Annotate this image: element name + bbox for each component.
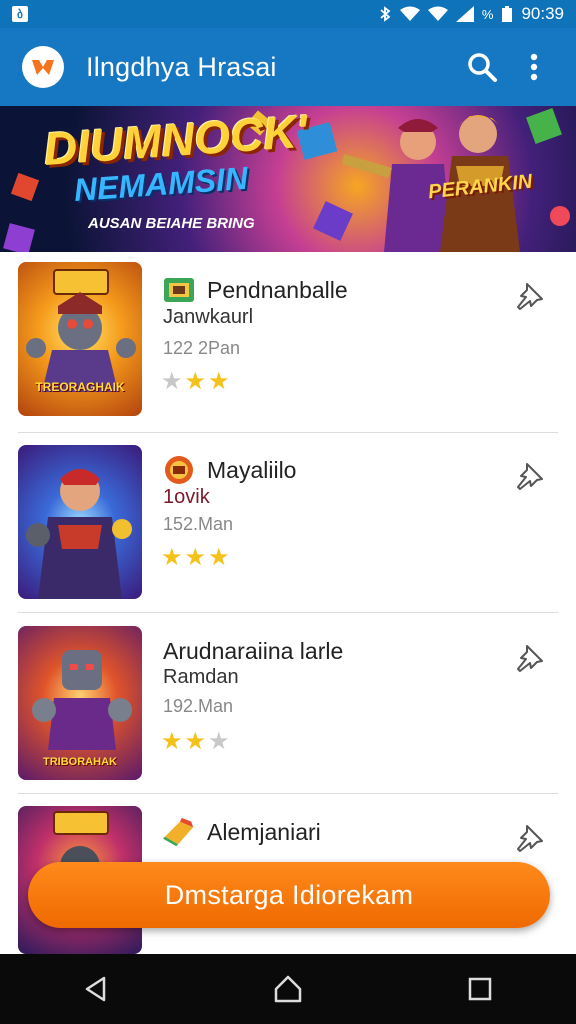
star-icon: ★ [208, 544, 230, 571]
thumbnail-caption: TREORAGHAIK [35, 380, 125, 394]
game-title: Pendnanballe [207, 276, 348, 303]
search-icon[interactable] [462, 47, 502, 87]
battery-icon [502, 6, 513, 22]
star-icon: ★ [208, 368, 230, 395]
list-item[interactable]: TRIBORAHAK Arudnaraiina larle Ramdan 192… [0, 612, 576, 794]
banner-tagline: AUSAN BEIAHE BRING [88, 215, 255, 232]
status-bar: ბ % 90:39 [0, 0, 576, 28]
system-nav-bar [0, 954, 576, 1024]
game-thumbnail: TRIBORAHAK [18, 626, 142, 780]
wifi-icon-2 [427, 6, 448, 21]
rating-stars: ★ ★ ★ [161, 546, 230, 570]
game-subtitle: 1ovik [163, 486, 210, 508]
star-icon: ★ [208, 728, 230, 755]
list-item[interactable]: TREORAGHAIK Pendnanballe Janwkaurl 122 2… [0, 252, 576, 433]
notification-app-icon: ბ [12, 6, 28, 22]
signal-icon [455, 6, 474, 22]
thumbnail-caption: TRIBORAHAK [43, 756, 117, 768]
star-icon: ★ [184, 368, 207, 395]
battery-percent-label: % [481, 6, 494, 22]
star-icon: ★ [161, 368, 183, 395]
bluetooth-icon [380, 6, 391, 22]
app-bar: Ilngdhya Hrasai [0, 28, 576, 106]
pin-icon[interactable] [510, 638, 550, 678]
star-icon: ★ [184, 728, 207, 755]
primary-action-button[interactable]: Dmstarga Idiorekam [28, 862, 550, 928]
game-meta: 152.Man [163, 514, 234, 534]
home-icon[interactable] [258, 959, 318, 1019]
game-title: Arudnaraiina larle [163, 638, 344, 664]
game-meta: 192.Man [163, 696, 234, 716]
pin-icon[interactable] [510, 818, 550, 858]
app-title: Ilngdhya Hrasai [86, 51, 277, 82]
game-title: Alemjaniari [207, 818, 321, 845]
recents-icon[interactable] [450, 959, 510, 1019]
more-vert-icon[interactable] [514, 47, 554, 87]
app-logo-icon[interactable] [22, 46, 64, 88]
game-subtitle: Janwkaurl [163, 306, 254, 328]
status-time: 90:39 [521, 4, 564, 23]
star-icon: ★ [161, 728, 183, 755]
game-badge-icon [163, 276, 195, 304]
list-item[interactable]: Mayaliilo 1ovik 152.Man ★ ★ ★ [0, 432, 576, 613]
pin-icon[interactable] [510, 276, 550, 316]
star-icon: ★ [161, 544, 183, 571]
back-icon[interactable] [66, 959, 126, 1019]
game-subtitle: Ramdan [163, 666, 239, 688]
game-badge-icon [163, 456, 195, 484]
rating-stars: ★ ★ ★ [161, 370, 230, 394]
game-meta: 122 2Pan [163, 338, 241, 358]
pin-icon[interactable] [510, 456, 550, 496]
star-icon: ★ [184, 544, 207, 571]
wifi-icon [399, 6, 420, 21]
game-title: Mayaliilo [207, 456, 297, 483]
game-thumbnail [18, 445, 142, 599]
rating-stars: ★ ★ ★ [161, 730, 230, 754]
game-thumbnail: TREORAGHAIK [18, 262, 142, 416]
game-badge-icon [163, 817, 195, 847]
